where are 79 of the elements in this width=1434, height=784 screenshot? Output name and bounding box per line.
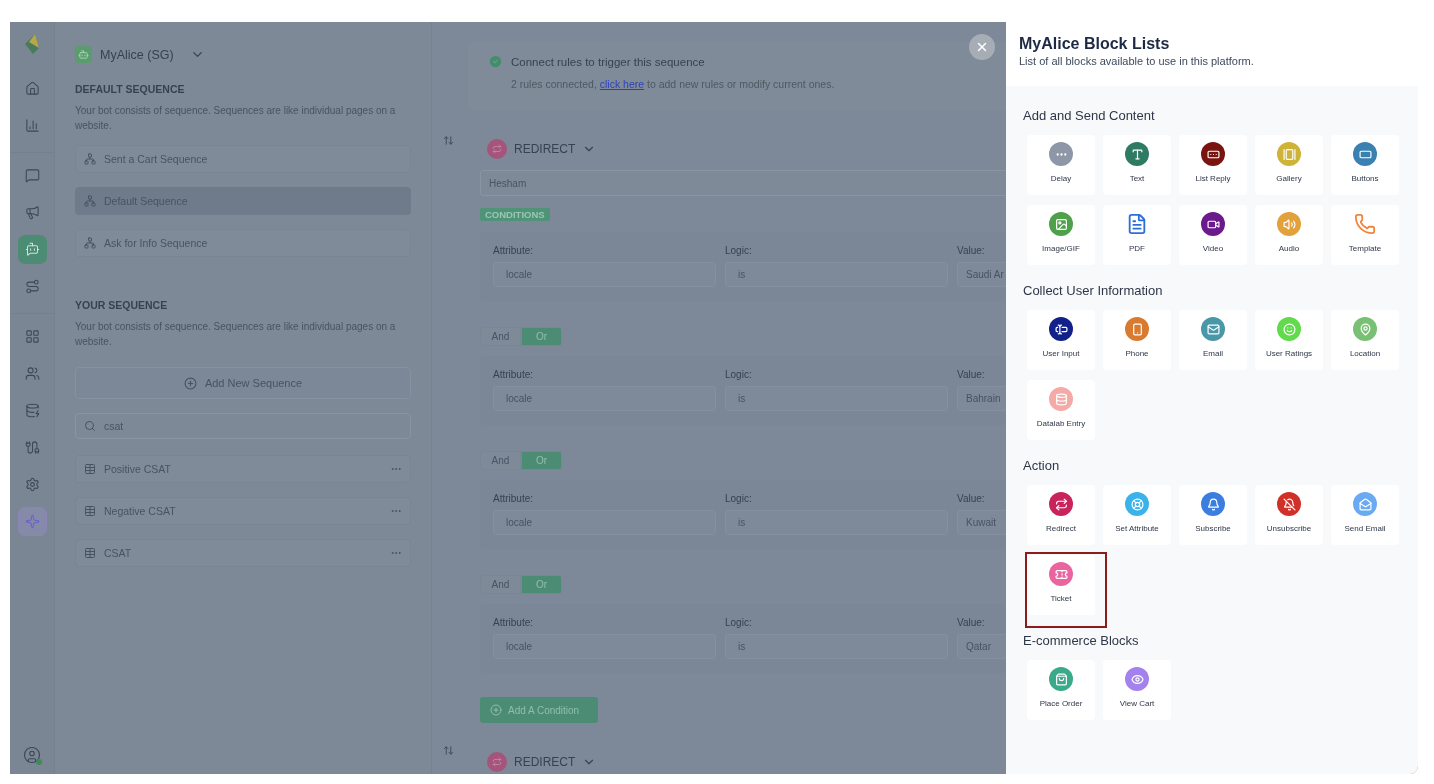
field-label: Logic: (725, 245, 753, 256)
logic-toggle[interactable]: Or (521, 327, 562, 346)
logic-toggle[interactable]: Or (521, 575, 562, 594)
block-tile[interactable]: User Input (1027, 310, 1095, 370)
section-heading: Action (1023, 457, 1061, 475)
conditions-label: CONDITIONS (480, 208, 550, 221)
field-label: Value: (957, 245, 986, 256)
table-icon (84, 547, 96, 559)
block-tile[interactable]: Ticket (1027, 555, 1095, 615)
block-tile[interactable]: Delay (1027, 135, 1095, 195)
swap-icon[interactable] (443, 135, 454, 146)
check-icon (488, 54, 503, 69)
field-label: Logic: (725, 493, 753, 504)
field-label: Value: (957, 617, 986, 628)
drawer-subtitle: List of all blocks available to use in this platform. (1019, 55, 1255, 67)
block-tile[interactable]: Send Email (1331, 485, 1399, 545)
field-label: Attribute: (493, 617, 535, 628)
sequence-item[interactable]: Negative CSAT (75, 497, 411, 525)
click-here-link[interactable]: click here (599, 78, 645, 90)
block-tile[interactable]: PDF (1103, 205, 1171, 265)
close-button[interactable] (969, 34, 995, 60)
block-tile[interactable]: View Cart (1103, 660, 1171, 720)
field-label: Attribute: (493, 493, 535, 504)
block-tile[interactable]: List Reply (1179, 135, 1247, 195)
field-label: Logic: (725, 369, 753, 380)
block-tile[interactable]: User Ratings (1255, 310, 1323, 370)
user-avatar-icon[interactable] (23, 746, 41, 764)
block-tile[interactable]: Redirect (1027, 485, 1095, 545)
section-heading: Collect User Information (1023, 282, 1164, 300)
block-tile[interactable]: Gallery (1255, 135, 1323, 195)
sequence-item[interactable]: CSAT (75, 539, 411, 567)
block-tile[interactable]: Image/GIF (1027, 205, 1095, 265)
sequence-item[interactable]: Positive CSAT (75, 455, 411, 483)
sparkle-icon[interactable] (17, 507, 47, 536)
section-heading: Add and Send Content (1023, 107, 1156, 125)
field-label: Attribute: (493, 245, 535, 256)
bot-icon[interactable] (17, 235, 47, 264)
sequence-item[interactable]: Ask for Info Sequence (75, 229, 411, 257)
block-tile[interactable]: Template (1331, 205, 1399, 265)
block-tile[interactable]: Buttons (1331, 135, 1399, 195)
logic-toggle[interactable]: Or (521, 451, 562, 470)
repeat-icon (487, 138, 507, 159)
workspace-icon (75, 46, 92, 63)
hierarchy-icon (84, 195, 96, 207)
block-tile[interactable]: Set Attribute (1103, 485, 1171, 545)
plus-icon (490, 704, 502, 716)
repeat-icon (487, 751, 507, 772)
field-label: Value: (957, 493, 986, 504)
block-tile[interactable]: Text (1103, 135, 1171, 195)
add-condition-button[interactable]: Add A Condition (480, 697, 598, 723)
block-tile[interactable]: Phone (1103, 310, 1171, 370)
name-field[interactable]: Hesham (480, 170, 1006, 196)
block-tile[interactable]: Subscribe (1179, 485, 1247, 545)
block-tile[interactable]: Location (1331, 310, 1399, 370)
block-tile[interactable]: Datalab Entry (1027, 380, 1095, 440)
block-title[interactable]: REDIRECT (514, 141, 576, 156)
field-label: Value: (957, 369, 986, 380)
block-tile[interactable]: Place Order (1027, 660, 1095, 720)
drawer-title: MyAlice Block Lists (1019, 35, 1171, 53)
block-tile[interactable]: Email (1179, 310, 1247, 370)
hierarchy-icon (84, 237, 96, 249)
table-icon (84, 463, 96, 475)
workspace-name[interactable]: MyAlice (SG) (100, 47, 174, 62)
block-tile[interactable]: Video (1179, 205, 1247, 265)
block-tile[interactable]: Unsubscribe (1255, 485, 1323, 545)
section-title: DEFAULT SEQUENCE (75, 83, 186, 95)
search-icon (84, 420, 96, 432)
section-title: YOUR SEQUENCE (75, 299, 169, 311)
block-tile[interactable]: Audio (1255, 205, 1323, 265)
plus-icon (183, 376, 197, 390)
rules-title: Connect rules to trigger this sequence (511, 55, 705, 68)
close-icon (975, 40, 989, 54)
field-label: Attribute: (493, 369, 535, 380)
block-title[interactable]: REDIRECT (514, 754, 576, 769)
table-icon (84, 505, 96, 517)
field-label: Logic: (725, 617, 753, 628)
swap-icon[interactable] (443, 745, 454, 756)
section-heading: E-commerce Blocks (1023, 632, 1140, 650)
hierarchy-icon (84, 153, 96, 165)
